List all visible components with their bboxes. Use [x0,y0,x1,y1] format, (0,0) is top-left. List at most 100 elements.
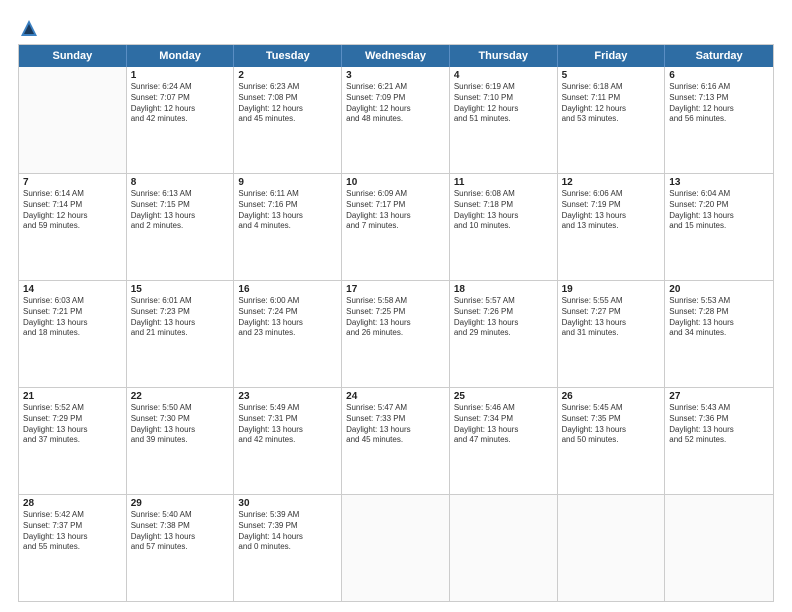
cell-info: Sunrise: 5:52 AM Sunset: 7:29 PM Dayligh… [23,403,122,446]
day-number: 25 [454,391,553,402]
cell-info: Sunrise: 5:57 AM Sunset: 7:26 PM Dayligh… [454,296,553,339]
cell-info: Sunrise: 5:46 AM Sunset: 7:34 PM Dayligh… [454,403,553,446]
cell-info: Sunrise: 5:39 AM Sunset: 7:39 PM Dayligh… [238,510,337,553]
cell-info: Sunrise: 5:55 AM Sunset: 7:27 PM Dayligh… [562,296,661,339]
cell-info: Sunrise: 6:18 AM Sunset: 7:11 PM Dayligh… [562,82,661,125]
cell-info: Sunrise: 6:19 AM Sunset: 7:10 PM Dayligh… [454,82,553,125]
calendar-cell: 18Sunrise: 5:57 AM Sunset: 7:26 PM Dayli… [450,281,558,387]
calendar-row-1: 1Sunrise: 6:24 AM Sunset: 7:07 PM Daylig… [19,67,773,174]
calendar-cell: 30Sunrise: 5:39 AM Sunset: 7:39 PM Dayli… [234,495,342,601]
calendar-cell: 6Sunrise: 6:16 AM Sunset: 7:13 PM Daylig… [665,67,773,173]
cell-info: Sunrise: 6:06 AM Sunset: 7:19 PM Dayligh… [562,189,661,232]
calendar-cell: 23Sunrise: 5:49 AM Sunset: 7:31 PM Dayli… [234,388,342,494]
cell-info: Sunrise: 6:24 AM Sunset: 7:07 PM Dayligh… [131,82,230,125]
day-number: 1 [131,70,230,81]
calendar-row-4: 21Sunrise: 5:52 AM Sunset: 7:29 PM Dayli… [19,388,773,495]
calendar-cell: 26Sunrise: 5:45 AM Sunset: 7:35 PM Dayli… [558,388,666,494]
calendar-cell: 24Sunrise: 5:47 AM Sunset: 7:33 PM Dayli… [342,388,450,494]
header [18,18,774,34]
day-number: 8 [131,177,230,188]
calendar-cell: 19Sunrise: 5:55 AM Sunset: 7:27 PM Dayli… [558,281,666,387]
logo [18,18,40,34]
cell-info: Sunrise: 6:16 AM Sunset: 7:13 PM Dayligh… [669,82,769,125]
calendar-cell: 1Sunrise: 6:24 AM Sunset: 7:07 PM Daylig… [127,67,235,173]
cell-info: Sunrise: 6:23 AM Sunset: 7:08 PM Dayligh… [238,82,337,125]
day-number: 3 [346,70,445,81]
calendar-cell: 21Sunrise: 5:52 AM Sunset: 7:29 PM Dayli… [19,388,127,494]
day-number: 14 [23,284,122,295]
calendar-cell [665,495,773,601]
day-number: 23 [238,391,337,402]
weekday-header-monday: Monday [127,45,235,67]
calendar-cell: 20Sunrise: 5:53 AM Sunset: 7:28 PM Dayli… [665,281,773,387]
calendar-cell: 12Sunrise: 6:06 AM Sunset: 7:19 PM Dayli… [558,174,666,280]
cell-info: Sunrise: 5:43 AM Sunset: 7:36 PM Dayligh… [669,403,769,446]
calendar-cell: 29Sunrise: 5:40 AM Sunset: 7:38 PM Dayli… [127,495,235,601]
calendar-cell [342,495,450,601]
weekday-header-thursday: Thursday [450,45,558,67]
day-number: 9 [238,177,337,188]
calendar-header-row: SundayMondayTuesdayWednesdayThursdayFrid… [19,45,773,67]
day-number: 15 [131,284,230,295]
calendar-row-2: 7Sunrise: 6:14 AM Sunset: 7:14 PM Daylig… [19,174,773,281]
day-number: 27 [669,391,769,402]
day-number: 22 [131,391,230,402]
day-number: 10 [346,177,445,188]
day-number: 21 [23,391,122,402]
cell-info: Sunrise: 6:01 AM Sunset: 7:23 PM Dayligh… [131,296,230,339]
cell-info: Sunrise: 5:50 AM Sunset: 7:30 PM Dayligh… [131,403,230,446]
day-number: 5 [562,70,661,81]
day-number: 16 [238,284,337,295]
day-number: 2 [238,70,337,81]
page: SundayMondayTuesdayWednesdayThursdayFrid… [0,0,792,612]
day-number: 7 [23,177,122,188]
cell-info: Sunrise: 6:03 AM Sunset: 7:21 PM Dayligh… [23,296,122,339]
cell-info: Sunrise: 6:11 AM Sunset: 7:16 PM Dayligh… [238,189,337,232]
logo-icon [19,18,39,38]
calendar-cell: 25Sunrise: 5:46 AM Sunset: 7:34 PM Dayli… [450,388,558,494]
day-number: 28 [23,498,122,509]
calendar-cell: 9Sunrise: 6:11 AM Sunset: 7:16 PM Daylig… [234,174,342,280]
day-number: 12 [562,177,661,188]
calendar-cell: 28Sunrise: 5:42 AM Sunset: 7:37 PM Dayli… [19,495,127,601]
calendar-cell: 27Sunrise: 5:43 AM Sunset: 7:36 PM Dayli… [665,388,773,494]
day-number: 11 [454,177,553,188]
cell-info: Sunrise: 6:00 AM Sunset: 7:24 PM Dayligh… [238,296,337,339]
day-number: 30 [238,498,337,509]
cell-info: Sunrise: 5:47 AM Sunset: 7:33 PM Dayligh… [346,403,445,446]
cell-info: Sunrise: 6:14 AM Sunset: 7:14 PM Dayligh… [23,189,122,232]
day-number: 19 [562,284,661,295]
calendar-cell: 3Sunrise: 6:21 AM Sunset: 7:09 PM Daylig… [342,67,450,173]
cell-info: Sunrise: 6:08 AM Sunset: 7:18 PM Dayligh… [454,189,553,232]
day-number: 20 [669,284,769,295]
calendar-cell: 5Sunrise: 6:18 AM Sunset: 7:11 PM Daylig… [558,67,666,173]
cell-info: Sunrise: 5:58 AM Sunset: 7:25 PM Dayligh… [346,296,445,339]
calendar-body: 1Sunrise: 6:24 AM Sunset: 7:07 PM Daylig… [19,67,773,601]
calendar-cell: 7Sunrise: 6:14 AM Sunset: 7:14 PM Daylig… [19,174,127,280]
calendar-cell: 22Sunrise: 5:50 AM Sunset: 7:30 PM Dayli… [127,388,235,494]
day-number: 4 [454,70,553,81]
calendar-cell: 4Sunrise: 6:19 AM Sunset: 7:10 PM Daylig… [450,67,558,173]
calendar-row-3: 14Sunrise: 6:03 AM Sunset: 7:21 PM Dayli… [19,281,773,388]
calendar-cell [19,67,127,173]
calendar-cell: 2Sunrise: 6:23 AM Sunset: 7:08 PM Daylig… [234,67,342,173]
calendar-cell: 17Sunrise: 5:58 AM Sunset: 7:25 PM Dayli… [342,281,450,387]
calendar: SundayMondayTuesdayWednesdayThursdayFrid… [18,44,774,602]
calendar-cell: 8Sunrise: 6:13 AM Sunset: 7:15 PM Daylig… [127,174,235,280]
weekday-header-wednesday: Wednesday [342,45,450,67]
day-number: 29 [131,498,230,509]
weekday-header-tuesday: Tuesday [234,45,342,67]
calendar-cell [558,495,666,601]
cell-info: Sunrise: 5:40 AM Sunset: 7:38 PM Dayligh… [131,510,230,553]
calendar-cell: 14Sunrise: 6:03 AM Sunset: 7:21 PM Dayli… [19,281,127,387]
day-number: 17 [346,284,445,295]
cell-info: Sunrise: 5:42 AM Sunset: 7:37 PM Dayligh… [23,510,122,553]
cell-info: Sunrise: 6:21 AM Sunset: 7:09 PM Dayligh… [346,82,445,125]
calendar-cell: 16Sunrise: 6:00 AM Sunset: 7:24 PM Dayli… [234,281,342,387]
cell-info: Sunrise: 6:13 AM Sunset: 7:15 PM Dayligh… [131,189,230,232]
cell-info: Sunrise: 6:09 AM Sunset: 7:17 PM Dayligh… [346,189,445,232]
calendar-cell: 10Sunrise: 6:09 AM Sunset: 7:17 PM Dayli… [342,174,450,280]
weekday-header-saturday: Saturday [665,45,773,67]
weekday-header-friday: Friday [558,45,666,67]
day-number: 18 [454,284,553,295]
